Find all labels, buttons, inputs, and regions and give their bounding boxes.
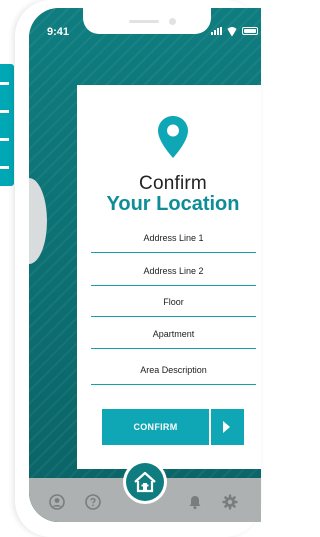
page-title-line1: Confirm [139, 173, 207, 194]
confirm-button-label: CONFIRM [133, 422, 178, 432]
arrow-right-icon [223, 421, 230, 433]
home-button[interactable] [126, 463, 164, 501]
notch [83, 8, 211, 34]
user-icon[interactable] [49, 494, 65, 510]
confirm-button-divider [209, 409, 211, 445]
battery-icon [242, 27, 258, 35]
address-line1-field[interactable]: Address Line 1 [91, 228, 256, 253]
signal-icon [211, 27, 222, 35]
floor-field[interactable]: Floor [91, 292, 256, 317]
speaker [129, 20, 159, 23]
gear-icon[interactable] [222, 494, 238, 510]
home-icon [134, 471, 156, 493]
phone-screen: 9:41 Confirm Your Location Address Line … [29, 8, 261, 522]
address-line2-field[interactable]: Address Line 2 [91, 261, 256, 286]
location-pin-icon [158, 116, 188, 158]
confirm-button[interactable]: CONFIRM [102, 409, 244, 445]
status-time: 9:41 [47, 26, 70, 38]
location-card: Confirm Your Location Address Line 1 Add… [77, 85, 261, 469]
apartment-field[interactable]: Apartment [91, 324, 256, 349]
camera [169, 18, 176, 25]
bell-icon[interactable] [187, 494, 203, 510]
wifi-icon [226, 27, 238, 36]
help-icon[interactable] [85, 494, 101, 510]
page-title-line2: Your Location [106, 193, 240, 215]
area-description-field[interactable]: Area Description [91, 360, 256, 385]
side-badge [0, 64, 14, 186]
status-icons [211, 26, 258, 36]
home-button-ring [123, 460, 167, 504]
